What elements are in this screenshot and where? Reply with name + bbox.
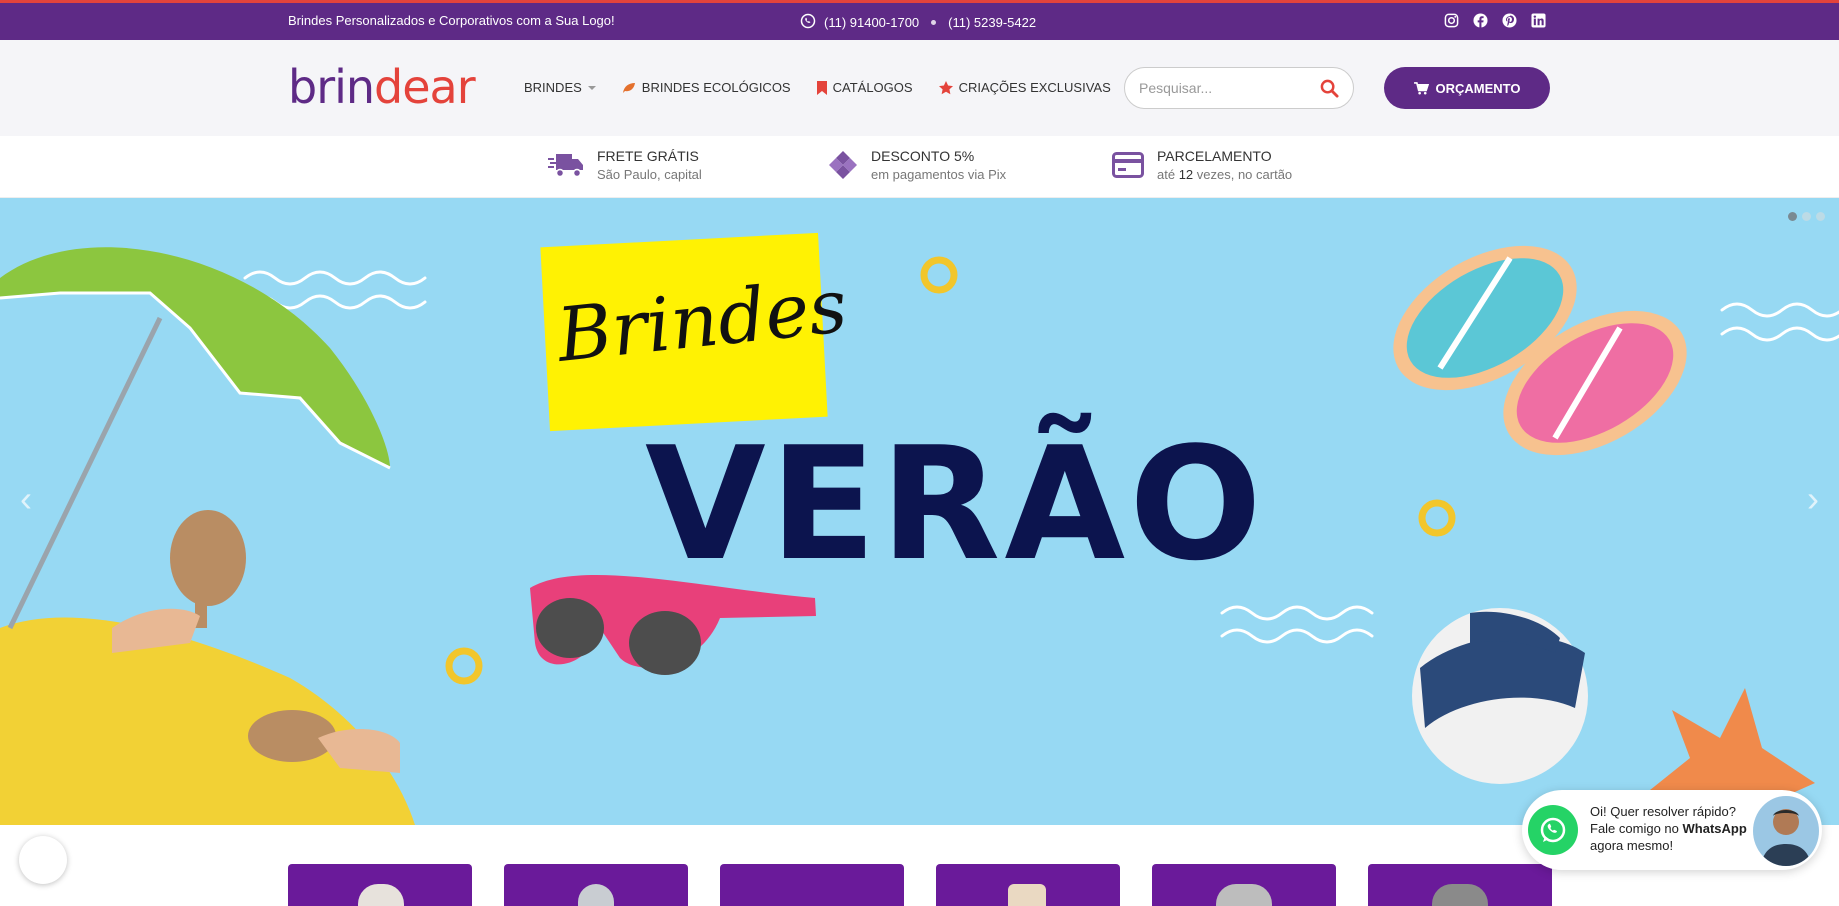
category-card[interactable] — [720, 864, 904, 906]
category-cards — [288, 864, 1552, 906]
benefit-frete: FRETE GRÁTIS São Paulo, capital — [548, 148, 702, 182]
carousel-dot[interactable] — [1816, 212, 1825, 221]
brindear-logo[interactable]: brindear — [288, 60, 476, 114]
header: brindear BRINDES BRINDES ECOLÓGICOS CATÁ… — [0, 40, 1839, 136]
product-thumbnail — [1008, 884, 1046, 906]
floating-circle-button[interactable] — [19, 836, 67, 884]
whatsapp-message: Oi! Quer resolver rápido? Fale comigo no… — [1590, 804, 1747, 853]
nav-item-brindes-ecologicos[interactable]: BRINDES ECOLÓGICOS — [622, 80, 791, 95]
hero-banner[interactable]: Brindes VERÃO ‹ › — [0, 198, 1839, 825]
phone-1[interactable]: (11) 91400-1700 — [824, 15, 919, 30]
product-thumbnail — [578, 884, 614, 906]
product-thumbnail — [1216, 884, 1272, 906]
carousel-prev-arrow[interactable]: ‹ — [20, 478, 32, 520]
category-card[interactable] — [1368, 864, 1552, 906]
truck-icon — [548, 154, 583, 178]
phone-numbers: (11) 91400-1700 (11) 5239-5422 — [800, 13, 1036, 32]
search-icon[interactable] — [1320, 79, 1339, 103]
volleyball-image — [1412, 608, 1588, 784]
ring-decoration — [920, 256, 958, 294]
product-thumbnail — [358, 884, 404, 906]
nav-item-brindes[interactable]: BRINDES — [524, 80, 596, 95]
search-input[interactable] — [1139, 78, 1309, 98]
whatsapp-icon[interactable] — [1528, 805, 1578, 855]
pinterest-icon[interactable] — [1501, 12, 1517, 28]
benefit-desconto: DESCONTO 5% em pagamentos via Pix — [828, 148, 1006, 182]
chevron-down-icon — [587, 85, 596, 90]
product-thumbnail — [1432, 884, 1488, 906]
budget-button[interactable]: ORÇAMENTO — [1384, 67, 1550, 109]
search-box — [1124, 67, 1354, 109]
facebook-icon[interactable] — [1472, 12, 1488, 28]
nav-item-catalogos[interactable]: CATÁLOGOS — [816, 80, 913, 95]
leaf-icon — [622, 82, 635, 93]
carousel-next-arrow[interactable]: › — [1807, 478, 1819, 520]
instagram-icon[interactable] — [1443, 12, 1459, 28]
benefit-parcelamento: PARCELAMENTO até 12 vezes, no cartão — [1112, 148, 1292, 182]
separator-dot — [931, 20, 937, 25]
pix-icon — [829, 151, 857, 179]
whatsapp-chat-bubble[interactable]: Oi! Quer resolver rápido? Fale comigo no… — [1522, 790, 1822, 870]
social-links — [1443, 12, 1546, 28]
cart-icon — [1413, 81, 1429, 94]
top-bar: Brindes Personalizados e Corporativos co… — [0, 0, 1839, 40]
agent-avatar — [1753, 796, 1819, 866]
category-card[interactable] — [936, 864, 1120, 906]
credit-card-icon — [1112, 152, 1144, 178]
category-card[interactable] — [1152, 864, 1336, 906]
phone-2[interactable]: (11) 5239-5422 — [948, 15, 1036, 30]
flip-flops-image — [1393, 245, 1687, 456]
main-nav: BRINDES BRINDES ECOLÓGICOS CATÁLOGOS CRI… — [524, 80, 1111, 95]
carousel-dot[interactable] — [1802, 212, 1811, 221]
carousel-dot[interactable] — [1788, 212, 1797, 221]
bookmark-icon — [816, 80, 827, 95]
hero-main-title: VERÃO — [645, 413, 1266, 595]
tagline: Brindes Personalizados e Corporativos co… — [288, 13, 615, 28]
category-card[interactable] — [288, 864, 472, 906]
wave-decoration — [243, 270, 427, 286]
category-card[interactable] — [504, 864, 688, 906]
whatsapp-icon[interactable] — [800, 13, 816, 32]
benefits-bar: FRETE GRÁTIS São Paulo, capital DESCONTO… — [0, 136, 1839, 198]
star-icon — [938, 80, 953, 94]
linkedin-icon[interactable] — [1530, 12, 1546, 28]
carousel-dots — [1788, 212, 1825, 221]
nav-item-criacoes-exclusivas[interactable]: CRIAÇÕES EXCLUSIVAS — [938, 80, 1111, 95]
